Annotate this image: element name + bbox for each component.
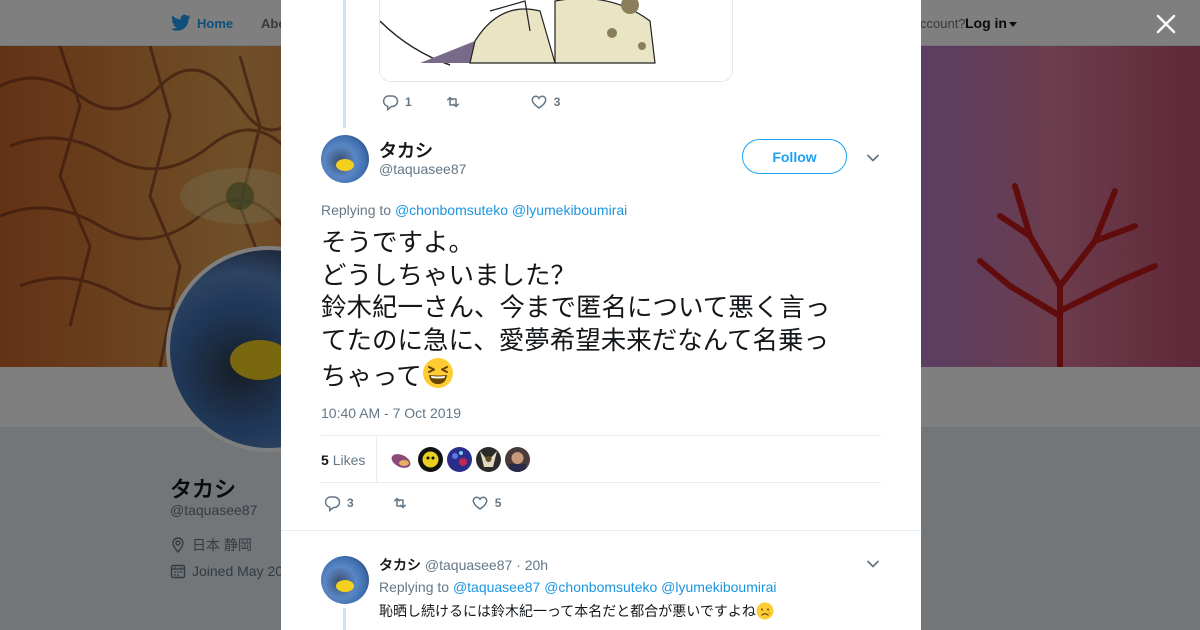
reply-author-handle[interactable]: @taquasee87 <box>425 557 512 573</box>
tweet-text-line: ちゃって <box>321 362 422 392</box>
reply-divider <box>281 530 921 531</box>
tweet-text-line: そうですよ。 <box>321 228 475 258</box>
reply-text: 恥晒し続けるには鈴木紀一って本名だと都合が悪いですよね <box>379 601 774 621</box>
retweet-icon <box>446 96 459 108</box>
tweet-text-line: 鈴木紀一さん、今まで匿名について悪く言っ <box>321 293 831 323</box>
follow-button[interactable]: Follow <box>742 139 847 174</box>
likes-count: 5 <box>321 452 329 468</box>
tweet-text-line: てたのに急に、愛夢希望未来だなんて名乗っ <box>321 325 829 356</box>
author-handle[interactable]: @taquasee87 <box>379 161 466 177</box>
likes-count-link[interactable]: 5 Likes <box>321 452 365 468</box>
liker-avatar[interactable] <box>389 447 414 472</box>
replying-to-user-3[interactable]: @lyumekiboumirai <box>661 579 776 595</box>
author-avatar[interactable] <box>321 135 369 183</box>
reply-icon <box>382 95 399 111</box>
grinning-squinting-face-icon <box>422 358 453 388</box>
chevron-down-icon[interactable] <box>866 557 880 571</box>
author-name[interactable]: タカシ <box>379 137 433 163</box>
like-count: 3 <box>553 95 561 109</box>
conversation-thread-line <box>343 0 346 128</box>
replying-to-prefix: Replying to <box>379 579 450 595</box>
reply-count: 1 <box>405 95 412 109</box>
replying-to-user-2[interactable]: @chonbomsuteko <box>544 579 657 595</box>
liker-avatar[interactable] <box>476 447 501 472</box>
like-count: 5 <box>494 496 502 510</box>
tweet-text: そうですよ。 どうしちゃいました？ 鈴木紀一さん、今まで匿名について悪く言っ て… <box>321 227 881 394</box>
reply-dot: · <box>516 557 521 573</box>
reply-author-name[interactable]: タカシ <box>379 557 421 573</box>
tweet-text-last-line: ちゃって <box>321 357 881 394</box>
heart-icon <box>472 496 488 510</box>
retweet-action[interactable] <box>444 93 468 111</box>
replying-to-user-2[interactable]: @lyumekiboumirai <box>512 202 627 218</box>
chevron-down-icon[interactable] <box>866 151 880 165</box>
prev-tweet-actions: 1 3 <box>381 93 560 111</box>
tweet-text-line: どうしちゃいました？ <box>321 260 577 291</box>
heart-icon <box>531 95 547 109</box>
replying-to-prefix: Replying to <box>321 202 392 218</box>
retweet-icon <box>393 497 406 509</box>
reply-icon <box>324 496 341 512</box>
illustration-image <box>380 0 732 81</box>
liker-avatar[interactable] <box>505 447 530 472</box>
reply-header: タカシ @taquasee87 · 20h <box>379 555 548 575</box>
reply-text-body: 恥晒し続けるには鈴木紀一って本名だと都合が悪いですよね <box>379 604 756 620</box>
close-icon[interactable] <box>1155 13 1177 35</box>
reply-count: 3 <box>347 496 354 510</box>
like-action[interactable]: 3 <box>530 93 561 111</box>
retweet-action[interactable] <box>391 494 415 512</box>
reply-time[interactable]: 20h <box>525 557 548 573</box>
replying-to-user-1[interactable]: @taquasee87 <box>453 579 540 595</box>
likes-label: Likes <box>332 452 366 468</box>
tweet-media-image[interactable] <box>379 0 733 82</box>
reply-author-avatar[interactable] <box>321 556 369 604</box>
tweet-actions: 3 5 <box>323 494 501 512</box>
replying-to-user-1[interactable]: @chonbomsuteko <box>395 202 508 218</box>
like-action[interactable]: 5 <box>471 494 502 512</box>
likes-summary: 5 Likes <box>321 435 881 483</box>
reply-action[interactable]: 1 <box>381 93 412 111</box>
conversation-thread-line <box>343 608 346 630</box>
tweet-timestamp[interactable]: 10:40 AM - 7 Oct 2019 <box>321 405 461 421</box>
reply-replying-to: Replying to @taquasee87 @chonbomsuteko @… <box>379 579 777 595</box>
liker-avatar[interactable] <box>418 447 443 472</box>
liker-avatar[interactable] <box>447 447 472 472</box>
replying-to: Replying to @chonbomsuteko @lyumekiboumi… <box>321 202 627 218</box>
likes-divider <box>376 436 377 483</box>
crying-face-icon <box>756 602 774 620</box>
reply-action[interactable]: 3 <box>323 494 354 512</box>
tweet-permalink-modal: 1 3 タカシ @taquasee87 Follow Replying to @… <box>281 0 921 630</box>
